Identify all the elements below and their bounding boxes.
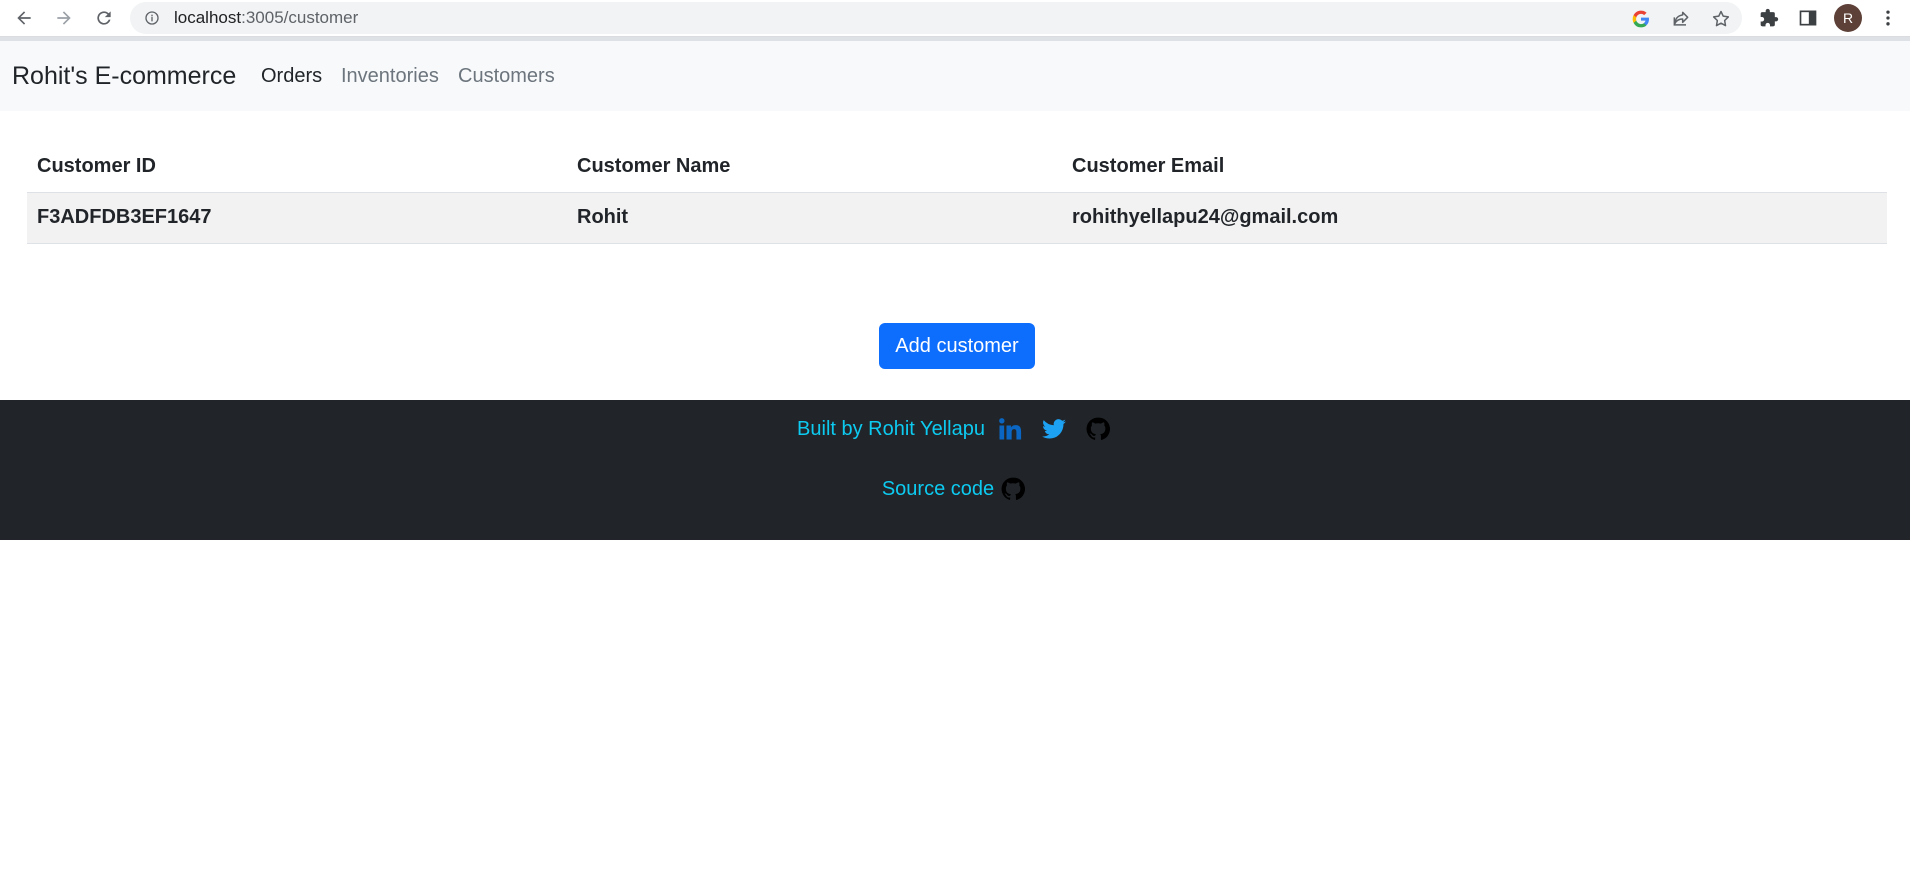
profile-avatar[interactable]: R [1834,4,1862,32]
reload-icon [97,11,111,25]
star-icon [1712,10,1730,27]
puzzle-icon [1760,8,1779,27]
github-icon [1086,417,1110,440]
nav-link-orders[interactable]: Orders [261,41,322,111]
linkedin-icon [999,418,1022,440]
table-header-row: Customer ID Customer Name Customer Email [27,141,1887,193]
footer-credits: Built by Rohit Yellapu [0,412,1910,446]
url-text[interactable]: localhost:3005/customer [174,2,358,34]
nav-link-customers[interactable]: Customers [458,41,555,111]
browser-menu-button[interactable] [1875,5,1901,31]
customers-table-container: Customer ID Customer Name Customer Email… [27,141,1887,244]
browser-toolbar: localhost:3005/customer R [0,0,1910,37]
side-panel-icon [1799,10,1817,26]
cell-customer-id: F3ADFDB3EF1647 [27,192,567,244]
url-host: localhost [174,8,242,27]
forward-button[interactable] [48,2,80,34]
share-icon [1673,11,1689,26]
twitter-icon [1042,419,1066,439]
reload-button[interactable] [88,2,120,34]
site-footer: Built by Rohit Yellapu Source code [0,400,1910,540]
linkedin-link[interactable] [995,414,1025,444]
google-lens-button[interactable] [1630,8,1652,30]
source-code-link[interactable]: Source code [882,478,994,501]
info-icon[interactable] [144,10,160,26]
url-path: :3005/customer [241,8,359,27]
brand-link[interactable]: Rohit's E-commerce [12,41,236,111]
bookmark-button[interactable] [1710,8,1732,30]
nav-link-inventories[interactable]: Inventories [341,41,439,111]
extensions-button[interactable] [1756,5,1782,31]
share-button[interactable] [1670,8,1692,30]
column-header-customer-name: Customer Name [567,141,1062,193]
twitter-link[interactable] [1039,414,1069,444]
cell-customer-email: rohithyellapu24@gmail.com [1062,192,1887,244]
arrow-right-icon [57,11,71,25]
arrow-left-icon [17,11,31,25]
table-row[interactable]: F3ADFDB3EF1647 Rohit rohithyellapu24@gma… [27,192,1887,244]
cell-customer-name: Rohit [567,192,1062,244]
back-button[interactable] [8,2,40,34]
google-icon [1632,10,1649,28]
more-vertical-icon [1886,10,1890,26]
column-header-customer-email: Customer Email [1062,141,1887,193]
side-panel-button[interactable] [1795,5,1821,31]
customers-table: Customer ID Customer Name Customer Email… [27,141,1887,244]
github-profile-link[interactable] [1083,414,1113,444]
site-navbar: Rohit's E-commerce Orders Inventories Cu… [0,41,1910,111]
github-repo-link[interactable] [998,474,1028,504]
add-customer-button[interactable]: Add customer [879,323,1035,369]
author-link[interactable]: Built by Rohit Yellapu [797,418,985,441]
address-bar[interactable]: localhost:3005/customer [130,2,1742,34]
column-header-customer-id: Customer ID [27,141,567,193]
footer-source: Source code [0,472,1910,506]
github-icon [1001,477,1026,500]
